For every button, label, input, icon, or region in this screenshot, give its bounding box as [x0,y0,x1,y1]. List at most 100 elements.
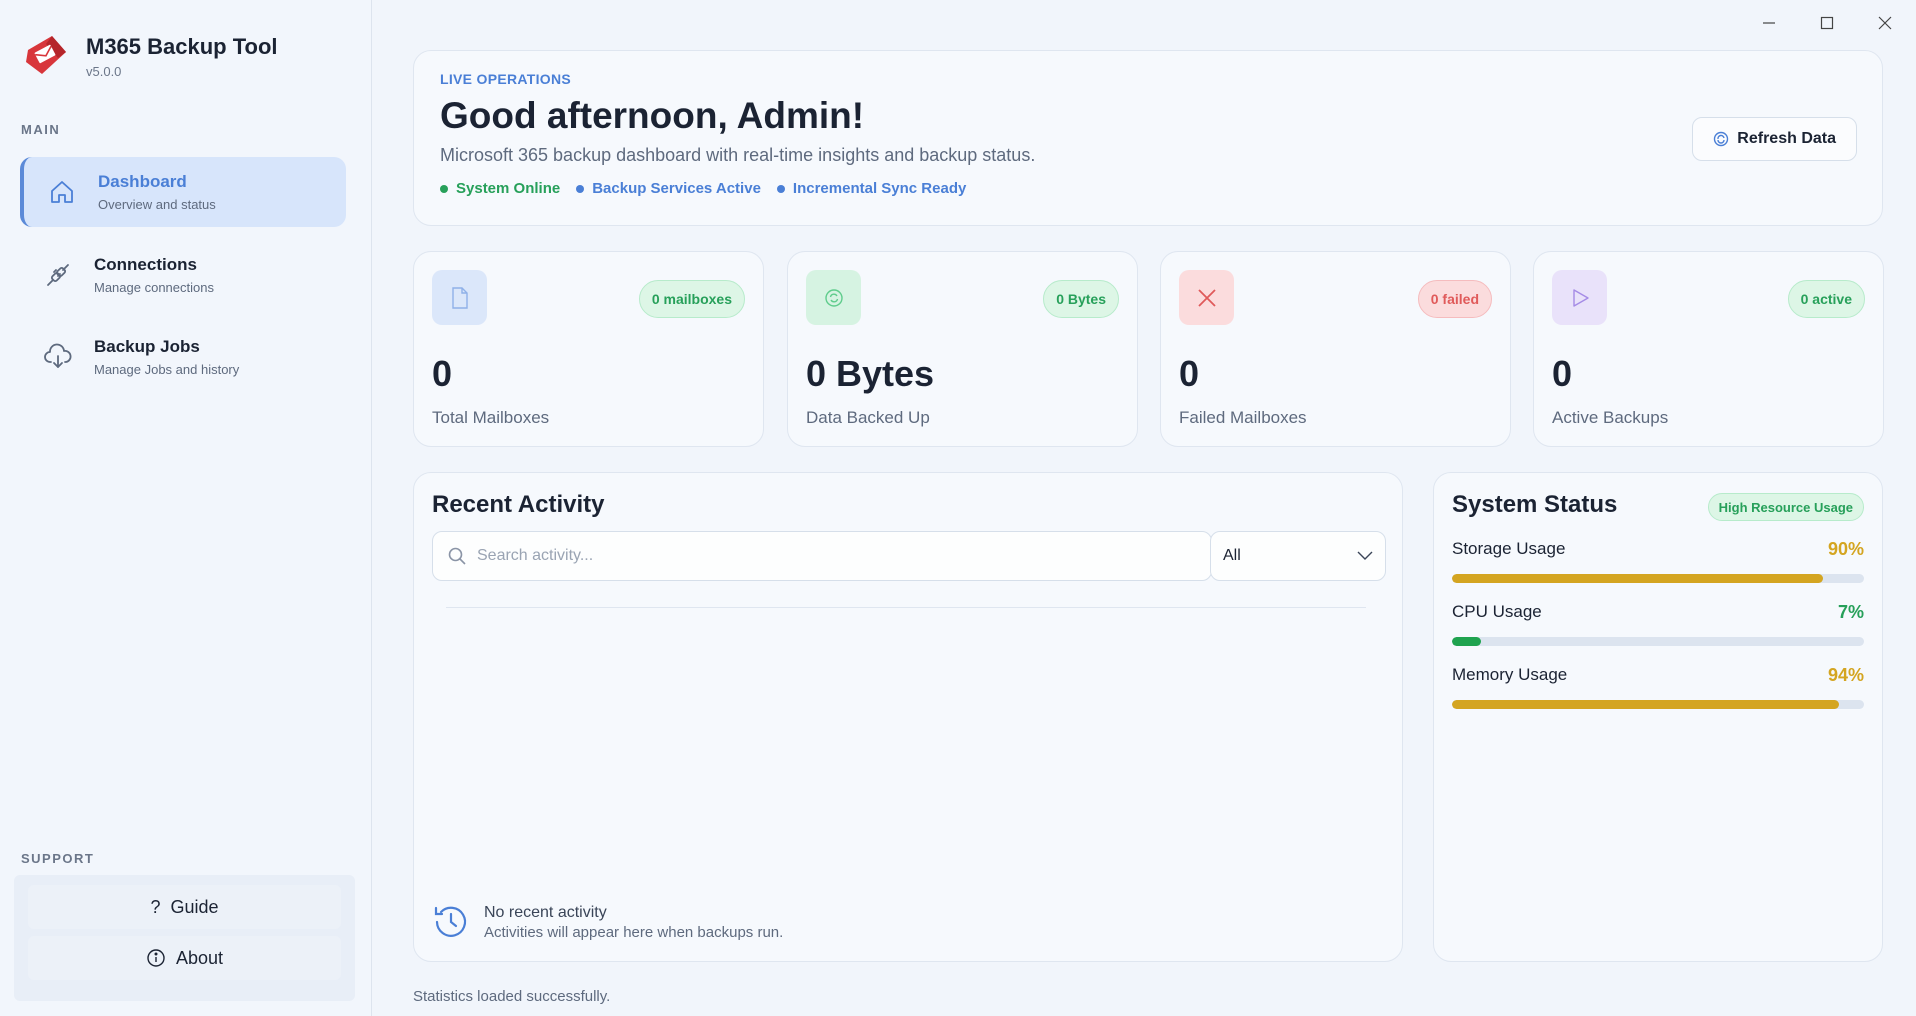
metric-value: 90% [1827,539,1864,559]
hero-card: LIVE OPERATIONS Good afternoon, Admin! M… [413,50,1883,226]
plug-icon [42,259,74,291]
stat-card-active-backups: 0 active 0 Active Backups [1533,251,1884,447]
app-logo-icon [26,36,66,74]
status-indicators: System Online Backup Services Active Inc… [440,180,1856,197]
metric-label: Memory Usage [1452,665,1568,684]
recent-activity-title: Recent Activity [432,491,605,518]
cloud-download-icon [42,341,74,373]
empty-subtitle: Activities will appear here when backups… [484,923,784,941]
empty-title: No recent activity [484,903,607,921]
app-version: v5.0.0 [86,64,122,79]
status-dot-icon [576,184,585,193]
status-backup-services: Backup Services Active [576,180,761,197]
progress-fill [1452,700,1840,709]
minimize-icon [1763,22,1775,24]
brand: M365 Backup Tool v5.0.0 [22,30,278,80]
sidebar-item-connections[interactable]: Connections Manage connections [20,240,346,310]
refresh-icon [1714,131,1729,147]
guide-label: Guide [170,896,219,917]
system-status-panel: System Status High Resource Usage Storag… [1433,472,1883,962]
metric-label: CPU Usage [1452,602,1542,621]
progress-bar [1452,700,1864,709]
sidebar-item-subtitle: Manage Jobs and history [94,362,240,377]
sidebar-item-subtitle: Overview and status [98,197,216,212]
stat-value: 0 [1179,353,1200,394]
metric-cpu: CPU Usage 7% [1452,602,1864,646]
status-label: Backup Services Active [592,180,761,197]
info-icon [147,949,165,967]
progress-fill [1452,637,1481,646]
app-title: M365 Backup Tool [86,34,278,59]
stat-value: 0 [1552,353,1573,394]
document-icon [432,270,487,325]
play-icon [1552,270,1607,325]
stat-label: Failed Mailboxes [1179,408,1307,427]
stat-badge: 0 active [1787,280,1865,318]
stat-badge: 0 mailboxes [638,280,745,318]
x-icon [1179,270,1234,325]
guide-button[interactable]: ? Guide [28,885,341,929]
stat-label: Data Backed Up [806,408,930,427]
metric-value: 7% [1837,602,1864,622]
about-label: About [175,947,224,968]
metric-value: 94% [1827,665,1864,685]
status-label: Incremental Sync Ready [792,180,967,197]
live-operations-label: LIVE OPERATIONS [440,71,572,87]
sync-icon [806,270,861,325]
minimize-button[interactable] [1746,10,1792,36]
sidebar-item-dashboard[interactable]: Dashboard Overview and status [20,157,346,227]
maximize-icon [1820,16,1834,30]
about-button[interactable]: About [28,936,341,980]
stat-card-data-backed-up: 0 Bytes 0 Bytes Data Backed Up [787,251,1138,447]
status-system-online: System Online [440,180,560,197]
close-icon [1878,16,1892,30]
progress-fill [1452,574,1823,583]
search-input[interactable] [477,547,1177,565]
history-icon [434,906,467,937]
chevron-down-icon [1357,551,1373,560]
stat-value: 0 [432,353,453,394]
support-section-label: SUPPORT [21,851,95,866]
hero-subtitle: Microsoft 365 backup dashboard with real… [440,145,1036,165]
activity-filter-select[interactable]: All [1210,531,1386,581]
search-icon [448,547,466,565]
status-dot-icon [776,184,785,193]
progress-bar [1452,574,1864,583]
refresh-label: Refresh Data [1737,130,1836,147]
status-label: System Online [456,180,561,197]
recent-activity-panel: Recent Activity All No recent activity A… [413,472,1403,962]
greeting-title: Good afternoon, Admin! [440,95,865,136]
progress-bar [1452,637,1864,646]
sidebar-item-backup-jobs[interactable]: Backup Jobs Manage Jobs and history [20,322,346,392]
stat-label: Total Mailboxes [432,408,550,427]
metric-storage: Storage Usage 90% [1452,539,1864,583]
metric-label: Storage Usage [1452,539,1566,558]
sidebar-item-label: Backup Jobs [94,337,200,356]
sidebar: M365 Backup Tool v5.0.0 MAIN Dashboard O… [0,0,372,1016]
activity-search [432,531,1212,581]
stat-card-failed-mailboxes: 0 failed 0 Failed Mailboxes [1160,251,1511,447]
metric-memory: Memory Usage 94% [1452,665,1864,709]
activity-divider [446,607,1366,608]
status-dot-icon [440,184,448,193]
close-button[interactable] [1862,10,1908,36]
stat-badge: 0 failed [1417,280,1492,318]
status-bar-text: Statistics loaded successfully. [413,988,611,1005]
home-icon [46,176,78,208]
stat-value: 0 Bytes [806,353,935,394]
stat-label: Active Backups [1552,408,1669,427]
sidebar-item-subtitle: Manage connections [94,280,214,295]
filter-value: All [1223,547,1241,564]
sidebar-item-label: Connections [94,255,197,274]
maximize-button[interactable] [1804,10,1850,36]
refresh-data-button[interactable]: Refresh Data [1692,117,1857,161]
sidebar-item-label: Dashboard [98,172,187,191]
main-section-label: MAIN [21,122,61,137]
status-incremental-sync: Incremental Sync Ready [776,180,967,197]
stat-badge: 0 Bytes [1043,280,1119,318]
resource-usage-badge: High Resource Usage [1707,493,1864,521]
support-panel: ? Guide About [14,875,355,1001]
empty-state: No recent activity Activities will appea… [432,903,783,941]
stat-card-total-mailboxes: 0 mailboxes 0 Total Mailboxes [413,251,764,447]
question-icon: ? [150,896,161,917]
